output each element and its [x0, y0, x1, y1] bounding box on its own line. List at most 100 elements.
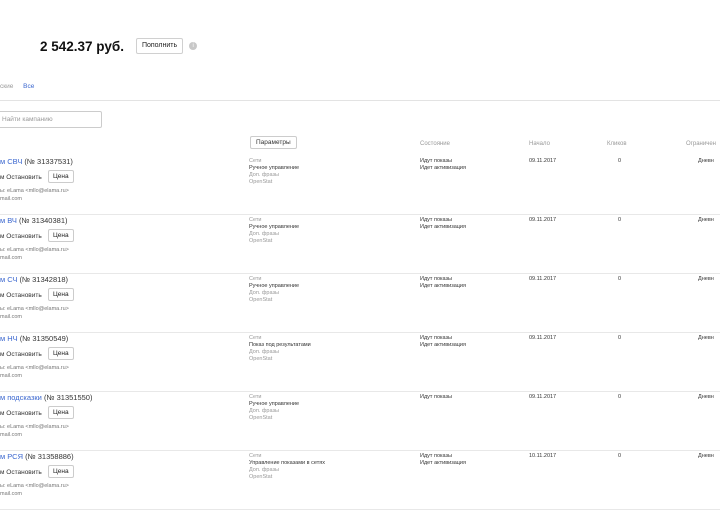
network-label: Сети [249, 335, 262, 341]
limit-value: Дневн [698, 158, 714, 164]
strategy-cell: Сети Ручное управление Доп. фразы OpenStat [249, 276, 299, 304]
stop-link[interactable]: м Остановить [0, 469, 42, 476]
strategy-label: Ручное управление [249, 165, 300, 171]
campaign-name[interactable]: м подсказки [0, 393, 42, 402]
clicks-count: 0 [618, 453, 622, 459]
start-date: 10.11.2017 [529, 453, 557, 459]
limit-value: Дневн [698, 335, 714, 341]
limit-value: Дневн [698, 217, 714, 223]
column-header-state[interactable]: Состояние [420, 141, 450, 147]
state-activation: Идет активизация [420, 342, 466, 348]
state-cell: Идут показы Идет активизация [420, 335, 466, 349]
stop-link[interactable]: м Остановить [0, 351, 42, 358]
network-label: Сети [249, 453, 262, 459]
state-activation: Идет активизация [420, 165, 466, 171]
price-button[interactable]: Цена [48, 170, 74, 183]
manager-email: ы: eLama <mllo@elama.ru> [0, 483, 69, 489]
strategy-cell: Сети Ручное управление Доп. фразы OpenStat [249, 158, 299, 186]
manager-email: ы: eLama <mllo@elama.ru> [0, 365, 69, 371]
table-row: м подсказки (№ 31351550) м Остановить Цена… [0, 393, 720, 451]
balance-block: 2 542.37 руб. Пополнить i [40, 38, 198, 54]
state-activation: Идет активизация [420, 460, 466, 466]
price-button[interactable]: Цена [48, 406, 74, 419]
network-label: Сети [249, 217, 262, 223]
divider [0, 100, 720, 101]
campaign-number: (№ 31342818) [19, 275, 69, 284]
table-row: м СВЧ (№ 31337531) м Остановить Цена ы: eLa… [0, 157, 720, 215]
stop-link[interactable]: м Остановить [0, 292, 42, 299]
price-button[interactable]: Цена [48, 229, 74, 242]
row-divider [0, 332, 720, 333]
extra-phrases-label: Доп. фразы [249, 231, 279, 237]
campaign-filters: ские Все [0, 83, 34, 90]
campaign-number: (№ 31358886) [25, 452, 74, 461]
column-header-limit[interactable]: Ограничен [686, 141, 716, 147]
state-activation: Идет активизация [420, 283, 466, 289]
campaign-name[interactable]: м НЧ [0, 334, 18, 343]
filter-all[interactable]: Все [23, 83, 34, 90]
price-button[interactable]: Цена [48, 465, 74, 478]
openstat-label: OpenStat [249, 415, 273, 421]
state-cell: Идут показы Идет активизация [420, 158, 466, 172]
extra-phrases-label: Доп. фразы [249, 467, 279, 473]
manager-email-domain: mail.com [0, 432, 23, 438]
row-divider [0, 273, 720, 274]
stop-link[interactable]: м Остановить [0, 233, 42, 240]
column-header-start[interactable]: Начало [529, 141, 550, 147]
state-shows: Идут показы [420, 217, 452, 223]
extra-phrases-label: Доп. фразы [249, 349, 279, 355]
clicks-count: 0 [618, 217, 622, 223]
start-date: 09.11.2017 [529, 335, 557, 341]
filter-partial[interactable]: ские [0, 83, 13, 90]
strategy-label: Ручное управление [249, 401, 300, 407]
extra-phrases-label: Доп. фразы [249, 172, 279, 178]
campaign-title[interactable]: м ВЧ (№ 31340381) [0, 216, 68, 225]
network-label: Сети [249, 158, 262, 164]
row-divider [0, 214, 720, 215]
strategy-cell: Сети Управление показами в сетях Доп. фраз… [249, 453, 325, 481]
openstat-label: OpenStat [249, 356, 273, 362]
limit-value: Дневн [698, 453, 714, 459]
table-row: м СЧ (№ 31342818) м Остановить Цена ы: eLam… [0, 275, 720, 333]
campaign-number: (№ 31350549) [19, 334, 69, 343]
campaign-name[interactable]: м ВЧ [0, 216, 17, 225]
parameters-button[interactable]: Параметры [250, 136, 297, 149]
campaign-name[interactable]: м РСЯ [0, 452, 23, 461]
campaign-title[interactable]: м СЧ (№ 31342818) [0, 275, 68, 284]
stop-link[interactable]: м Остановить [0, 174, 42, 181]
clicks-count: 0 [618, 394, 622, 400]
state-cell: Идут показы Идет активизация [420, 217, 466, 231]
network-label: Сети [249, 276, 262, 282]
price-button[interactable]: Цена [48, 347, 74, 360]
info-icon[interactable]: i [189, 42, 198, 50]
search-input[interactable]: Найти кампанию [0, 111, 102, 128]
start-date: 09.11.2017 [529, 217, 557, 223]
campaign-title[interactable]: м НЧ (№ 31350549) [0, 334, 68, 343]
strategy-cell: Сети Ручное управление Доп. фразы OpenStat [249, 394, 299, 422]
stop-link[interactable]: м Остановить [0, 410, 42, 417]
state-cell: Идут показы [420, 394, 452, 401]
price-button[interactable]: Цена [48, 288, 74, 301]
topup-button[interactable]: Пополнить [135, 38, 184, 54]
manager-email: ы: eLama <mllo@elama.ru> [0, 188, 69, 194]
state-activation: Идет активизация [420, 224, 466, 230]
limit-value: Дневн [698, 394, 714, 400]
openstat-label: OpenStat [249, 297, 273, 303]
campaign-title[interactable]: м СВЧ (№ 31337531) [0, 157, 73, 166]
column-header-clicks[interactable]: Кликов [607, 141, 627, 147]
start-date: 09.11.2017 [529, 276, 557, 282]
strategy-label: Управление показами в сетях [249, 460, 325, 466]
clicks-count: 0 [618, 158, 622, 164]
manager-email-domain: mail.com [0, 373, 23, 379]
manager-email: ы: eLama <mllo@elama.ru> [0, 247, 69, 253]
extra-phrases-label: Доп. фразы [249, 290, 279, 296]
campaign-name[interactable]: м СВЧ [0, 157, 22, 166]
campaign-title[interactable]: м подсказки (№ 31351550) [0, 393, 92, 402]
start-date: 09.11.2017 [529, 158, 557, 164]
manager-email-domain: mail.com [0, 491, 23, 497]
campaign-title[interactable]: м РСЯ (№ 31358886) [0, 452, 74, 461]
table-row: м НЧ (№ 31350549) м Остановить Цена ы: eLam… [0, 334, 720, 392]
campaign-name[interactable]: м СЧ [0, 275, 17, 284]
clicks-count: 0 [618, 335, 622, 341]
state-shows: Идут показы [420, 453, 452, 459]
